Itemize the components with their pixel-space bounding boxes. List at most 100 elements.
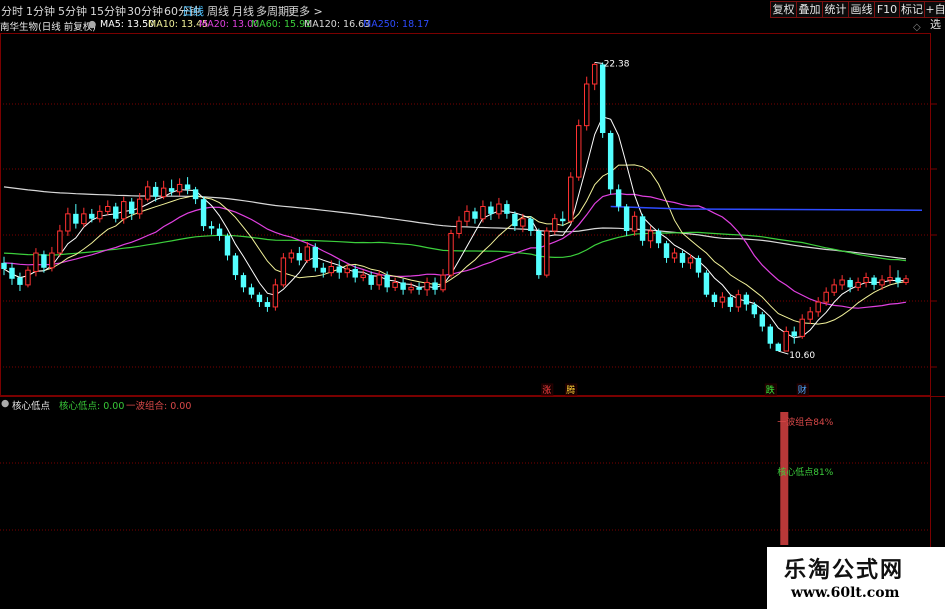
- candle-body-89: [711, 294, 718, 303]
- candle-body-104: [831, 284, 837, 293]
- indicator-title: 核心低点: [12, 401, 51, 412]
- candle-body-80: [639, 216, 646, 241]
- high-marker-line: [594, 61, 603, 64]
- candle-body-77: [615, 189, 622, 207]
- candle-body-79: [631, 215, 638, 232]
- candle-body-47: [376, 274, 382, 286]
- candle-body-37: [296, 253, 303, 261]
- candle-body-0: [1, 262, 7, 269]
- line-ma10: [3, 164, 907, 325]
- candle-body-98: [783, 330, 789, 352]
- candle-body-4: [33, 252, 39, 272]
- candle-body-109: [871, 277, 877, 285]
- candle-body-106: [847, 280, 853, 288]
- candle-body-91: [727, 297, 734, 307]
- candle-body-73: [583, 83, 590, 127]
- watermark-title: 乐淘公式网: [784, 558, 905, 583]
- candle-body-52: [416, 287, 422, 290]
- event-tag-5: 财: [798, 384, 807, 396]
- candle-body-67: [536, 231, 542, 276]
- candlestick-chart: ◇ 22.38 10.60 涨 腾 跌 财一波组合84% 核心低点81%: [0, 22, 945, 609]
- candle-body-1: [9, 267, 15, 279]
- indicator-legend-item-1: 一波组合: 0.00: [126, 401, 192, 412]
- event-tag-3: 腾: [566, 384, 575, 396]
- candle-body-82: [655, 231, 662, 244]
- candle-body-65: [520, 218, 526, 227]
- candle-body-61: [488, 206, 494, 214]
- candle-body-36: [288, 252, 295, 259]
- candle-body-2: [17, 277, 23, 285]
- indicator-legend-item-0: 核心低点: 0.00: [59, 401, 125, 412]
- candle-body-49: [392, 281, 398, 288]
- candle-body-113: [903, 278, 909, 283]
- indicator-label-1: 核心低点81%: [777, 466, 833, 478]
- candle-body-31: [248, 287, 255, 295]
- low-label: 10.60: [789, 351, 815, 361]
- candle-body-46: [368, 275, 374, 285]
- candle-body-33: [264, 302, 271, 307]
- candle-body-62: [496, 203, 502, 215]
- candle-body-9: [73, 213, 79, 224]
- candle-body-107: [855, 281, 861, 288]
- candle-body-48: [384, 275, 390, 288]
- candle-body-100: [799, 318, 805, 337]
- candle-body-27: [216, 228, 223, 236]
- candle-body-60: [480, 206, 486, 220]
- candle-body-103: [823, 291, 829, 303]
- candle-body-51: [408, 286, 414, 291]
- candle-body-17: [136, 198, 143, 215]
- candle-body-40: [320, 267, 327, 273]
- candle-body-70: [560, 218, 566, 222]
- candle-body-94: [751, 304, 758, 315]
- candle-body-74: [591, 63, 598, 85]
- candle-body-90: [719, 296, 726, 303]
- panel-diamond-icon: ◇: [913, 22, 921, 33]
- candle-body-69: [552, 218, 558, 232]
- candle-body-111: [887, 277, 893, 281]
- candle-body-93: [743, 294, 750, 305]
- indicator-legend: ● 核心低点 核心低点: 0.00 一波组合: 0.00: [0, 398, 700, 412]
- candle-body-97: [775, 343, 781, 352]
- candle-body-75: [599, 64, 606, 133]
- candle-body-64: [512, 213, 518, 227]
- candle-body-44: [352, 268, 358, 278]
- candle-body-32: [256, 294, 263, 303]
- candle-body-24: [192, 189, 199, 200]
- indicator-label-0: 一波组合84%: [777, 416, 833, 428]
- high-label: 22.38: [604, 59, 630, 69]
- candle-body-54: [432, 282, 438, 290]
- candle-body-50: [400, 282, 406, 290]
- candle-body-23: [184, 184, 191, 190]
- candle-body-71: [568, 176, 574, 222]
- candle-body-88: [703, 272, 710, 295]
- candle-body-72: [576, 125, 582, 178]
- candle-body-81: [647, 230, 654, 242]
- candle-body-87: [695, 257, 702, 273]
- candle-body-25: [200, 199, 207, 227]
- line-ma60: [3, 231, 907, 262]
- candle-body-105: [839, 279, 845, 286]
- watermark-url: www.60lt.com: [791, 585, 900, 601]
- candle-body-101: [807, 311, 813, 320]
- candle-body-86: [687, 257, 694, 264]
- candle-body-38: [304, 246, 311, 261]
- candle-body-108: [863, 277, 869, 283]
- indicator-settings-dot-icon[interactable]: ●: [1, 398, 9, 409]
- line-ma5: [3, 116, 907, 339]
- candle-body-14: [113, 206, 119, 219]
- candle-body-16: [129, 201, 135, 214]
- candle-body-8: [65, 213, 71, 232]
- candle-body-13: [105, 206, 111, 212]
- candle-body-35: [280, 257, 287, 286]
- candle-body-20: [160, 187, 167, 198]
- candle-body-102: [815, 301, 821, 313]
- candle-body-3: [25, 269, 31, 286]
- candle-body-11: [89, 213, 95, 219]
- candle-body-95: [759, 314, 766, 327]
- candle-body-57: [456, 220, 462, 234]
- candle-body-26: [208, 226, 215, 229]
- candle-body-53: [424, 281, 430, 291]
- candle-body-30: [240, 275, 247, 288]
- candle-body-6: [49, 252, 55, 269]
- line-ma250: [610, 205, 923, 211]
